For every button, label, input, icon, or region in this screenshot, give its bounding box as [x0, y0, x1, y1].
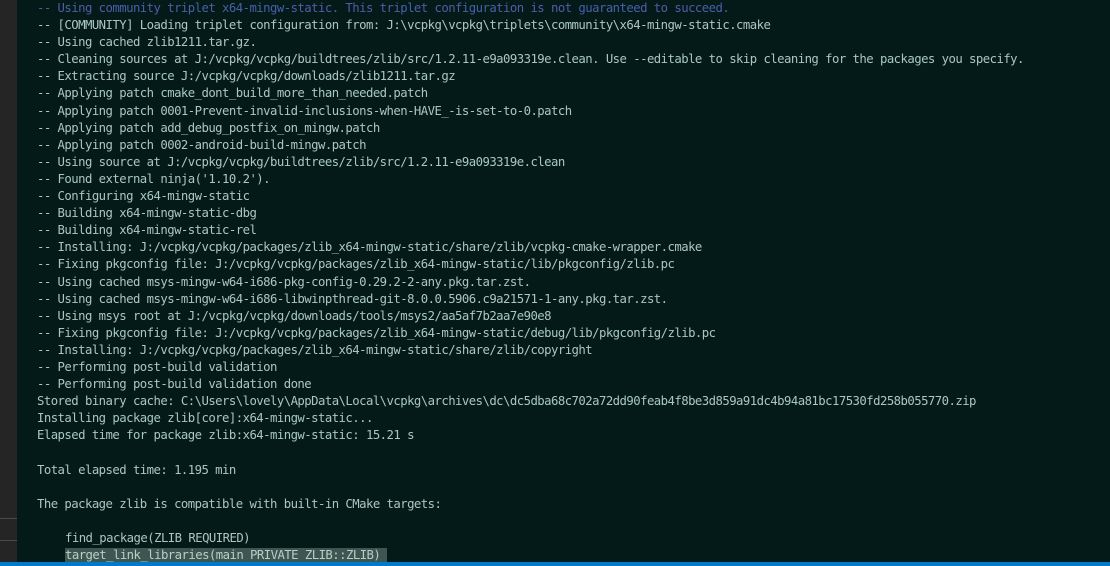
- terminal-line: -- Applying patch 0002-android-build-min…: [37, 137, 1024, 154]
- selected-text: target_link_libraries(main PRIVATE ZLIB:…: [65, 548, 388, 562]
- terminal-line: -- Performing post-build validation done: [37, 376, 1024, 393]
- line-text: -- [COMMUNITY] Loading triplet configura…: [37, 18, 771, 33]
- terminal-line: -- Cleaning sources at J:/vcpkg/vcpkg/bu…: [37, 51, 1024, 68]
- line-text: -- Installing: J:/vcpkg/vcpkg/packages/z…: [37, 240, 702, 255]
- line-text: The package zlib is compatible with buil…: [37, 496, 442, 511]
- terminal-line: -- Applying patch 0001-Prevent-invalid-i…: [37, 103, 1024, 120]
- line-text: -- Cleaning sources at J:/vcpkg/vcpkg/bu…: [37, 52, 1024, 67]
- terminal-line: Elapsed time for package zlib:x64-mingw-…: [37, 427, 1024, 444]
- terminal-line: -- Applying patch cmake_dont_build_more_…: [37, 85, 1024, 102]
- line-text: -- Configuring x64-mingw-static: [37, 189, 250, 204]
- line-text: -- Applying patch cmake_dont_build_more_…: [37, 86, 428, 101]
- line-text: -- Found external ninja('1.10.2').: [37, 171, 271, 186]
- line-text: -- Extracting source J:/vcpkg/vcpkg/down…: [37, 69, 456, 84]
- terminal-line: -- Applying patch add_debug_postfix_on_m…: [37, 120, 1024, 137]
- line-text: -- Fixing pkgconfig file: J:/vcpkg/vcpkg…: [37, 257, 675, 272]
- terminal-output: -- Using community triplet x64-mingw-sta…: [37, 0, 1024, 562]
- line-text: Installing package zlib[core]:x64-mingw-…: [37, 411, 373, 426]
- status-bar: [0, 562, 1110, 566]
- terminal-line: -- Using msys root at J:/vcpkg/vcpkg/dow…: [37, 308, 1024, 325]
- line-text: Stored binary cache: C:\Users\lovely\App…: [37, 394, 976, 409]
- terminal-line: -- [COMMUNITY] Loading triplet configura…: [37, 17, 1024, 34]
- line-text: -- Using msys root at J:/vcpkg/vcpkg/dow…: [37, 308, 552, 323]
- line-text: -- Using source at J:/vcpkg/vcpkg/buildt…: [37, 154, 565, 169]
- terminal-line: The package zlib is compatible with buil…: [37, 496, 1024, 513]
- line-text: -- Using community triplet x64-mingw-sta…: [37, 1, 730, 15]
- line-text: -- Building x64-mingw-static-dbg: [37, 206, 257, 221]
- terminal-line: -- Building x64-mingw-static-rel: [37, 222, 1024, 239]
- terminal-line: -- Using cached zlib1211.tar.gz.: [37, 34, 1024, 51]
- line-text: -- Using cached zlib1211.tar.gz.: [37, 35, 257, 50]
- terminal-line: -- Building x64-mingw-static-dbg: [37, 205, 1024, 222]
- terminal-line: -- Using community triplet x64-mingw-sta…: [37, 0, 1024, 17]
- terminal-line: -- Installing: J:/vcpkg/vcpkg/packages/z…: [37, 239, 1024, 256]
- terminal-line: Total elapsed time: 1.195 min: [37, 462, 1024, 479]
- line-text: Total elapsed time: 1.195 min: [37, 462, 236, 477]
- terminal-line: -- Fixing pkgconfig file: J:/vcpkg/vcpkg…: [37, 325, 1024, 342]
- side-panel-edge: [0, 0, 17, 562]
- terminal-line: target_link_libraries(main PRIVATE ZLIB:…: [37, 547, 1024, 562]
- line-text: Elapsed time for package zlib:x64-mingw-…: [37, 428, 414, 443]
- terminal-line: -- Fixing pkgconfig file: J:/vcpkg/vcpkg…: [37, 256, 1024, 273]
- terminal-line: -- Using cached msys-mingw-w64-i686-libw…: [37, 291, 1024, 308]
- divider: [0, 540, 17, 541]
- terminal-line: -- Found external ninja('1.10.2').: [37, 171, 1024, 188]
- line-text: -- Applying patch add_debug_postfix_on_m…: [37, 120, 380, 135]
- line-text: -- Fixing pkgconfig file: J:/vcpkg/vcpkg…: [37, 325, 716, 340]
- terminal-line: find_package(ZLIB REQUIRED): [37, 530, 1024, 547]
- terminal-line: -- Extracting source J:/vcpkg/vcpkg/down…: [37, 68, 1024, 85]
- terminal-line: -- Performing post-build validation: [37, 359, 1024, 376]
- terminal-line: Stored binary cache: C:\Users\lovely\App…: [37, 393, 1024, 410]
- line-text: find_package(ZLIB REQUIRED): [65, 530, 251, 545]
- line-text: -- Applying patch 0002-android-build-min…: [37, 137, 367, 152]
- line-text: -- Using cached msys-mingw-w64-i686-pkg-…: [37, 274, 531, 289]
- line-text: -- Performing post-build validation: [37, 359, 277, 374]
- terminal-line: -- Configuring x64-mingw-static: [37, 188, 1024, 205]
- divider: [0, 518, 17, 519]
- line-text: -- Using cached msys-mingw-w64-i686-libw…: [37, 291, 668, 306]
- line-text: -- Applying patch 0001-Prevent-invalid-i…: [37, 103, 572, 118]
- terminal-line: Installing package zlib[core]:x64-mingw-…: [37, 410, 1024, 427]
- line-text: -- Installing: J:/vcpkg/vcpkg/packages/z…: [37, 342, 593, 357]
- line-text: -- Building x64-mingw-static-rel: [37, 223, 257, 238]
- terminal-line: -- Using cached msys-mingw-w64-i686-pkg-…: [37, 274, 1024, 291]
- terminal-line: -- Installing: J:/vcpkg/vcpkg/packages/z…: [37, 342, 1024, 359]
- terminal-line: -- Using source at J:/vcpkg/vcpkg/buildt…: [37, 154, 1024, 171]
- terminal-panel[interactable]: -- Using community triplet x64-mingw-sta…: [17, 0, 1110, 562]
- line-text: -- Performing post-build validation done: [37, 377, 312, 392]
